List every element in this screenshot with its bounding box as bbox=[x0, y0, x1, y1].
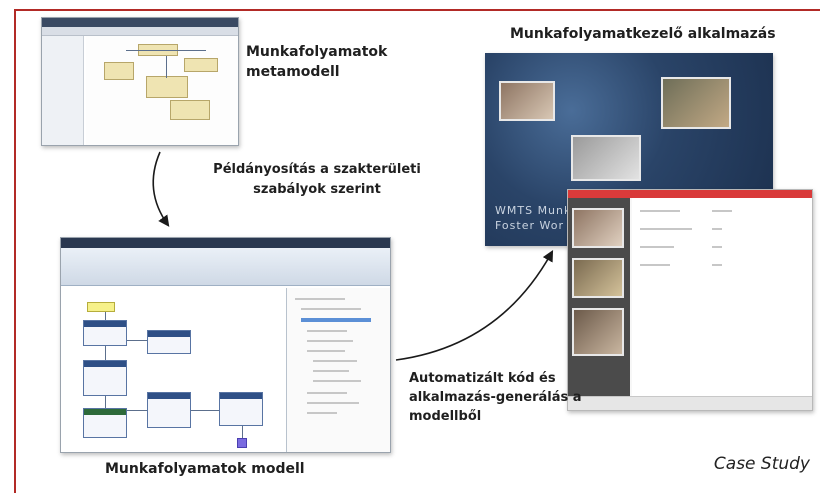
workflow-end-node bbox=[237, 438, 247, 448]
metamodel-link bbox=[126, 50, 206, 51]
workflow-edge bbox=[105, 312, 106, 320]
metamodel-toolbar bbox=[42, 27, 238, 36]
workflow-edge bbox=[127, 410, 147, 411]
app-splash-subtitle: Foster Wor bbox=[495, 219, 564, 232]
workflow-edge bbox=[127, 340, 147, 341]
generation-label: Automatizált kód és alkalmazás-generálás… bbox=[409, 371, 582, 424]
model-label: Munkafolyamatok modell bbox=[105, 461, 305, 477]
workflow-activity-box bbox=[147, 392, 191, 428]
metamodel-link bbox=[166, 56, 167, 78]
app-photo bbox=[572, 208, 624, 248]
frame-top-border bbox=[14, 9, 820, 11]
metamodel-canvas bbox=[86, 36, 238, 145]
model-titlebar bbox=[61, 238, 390, 248]
app-photo bbox=[572, 308, 624, 356]
workflow-edge bbox=[105, 396, 106, 408]
app-photo bbox=[661, 77, 731, 129]
app-window-titlebar bbox=[568, 190, 812, 198]
app-photo bbox=[571, 135, 641, 181]
frame-left-border bbox=[14, 9, 16, 493]
model-tree-panel bbox=[286, 288, 390, 452]
workflow-edge bbox=[242, 426, 243, 438]
model-screenshot bbox=[60, 237, 391, 453]
workflow-activity-box bbox=[147, 330, 191, 354]
workflow-activity-box bbox=[83, 320, 127, 346]
generation-arrow bbox=[395, 250, 554, 361]
model-ribbon bbox=[61, 248, 390, 286]
metamodel-sidebar bbox=[42, 36, 84, 145]
instantiation-label: Példányosítás a szakterületi szabályok s… bbox=[213, 162, 421, 197]
metamodel-class bbox=[146, 76, 188, 98]
app-window-image-panel bbox=[568, 198, 630, 396]
metamodel-class bbox=[104, 62, 134, 80]
instantiation-arrow bbox=[152, 151, 170, 227]
app-window-form bbox=[632, 198, 812, 396]
model-canvas bbox=[61, 288, 283, 452]
workflow-activity-box bbox=[219, 392, 263, 426]
metamodel-class bbox=[184, 58, 218, 72]
metamodel-screenshot bbox=[41, 17, 239, 146]
app-photo bbox=[572, 258, 624, 298]
app-photo bbox=[499, 81, 555, 121]
workflow-start-node bbox=[87, 302, 115, 312]
app-label: Munkafolyamatkezelő alkalmazás bbox=[510, 26, 776, 42]
metamodel-label: Munkafolyamatok metamodell bbox=[246, 44, 388, 80]
case-study-label: Case Study bbox=[713, 454, 810, 474]
metamodel-class bbox=[170, 100, 210, 120]
workflow-activity-box bbox=[83, 408, 127, 438]
metamodel-titlebar bbox=[42, 18, 238, 27]
workflow-edge bbox=[105, 346, 106, 360]
workflow-activity-box bbox=[83, 360, 127, 396]
app-splash-title: WMTS Munk bbox=[495, 204, 572, 217]
workflow-edge bbox=[191, 410, 219, 411]
